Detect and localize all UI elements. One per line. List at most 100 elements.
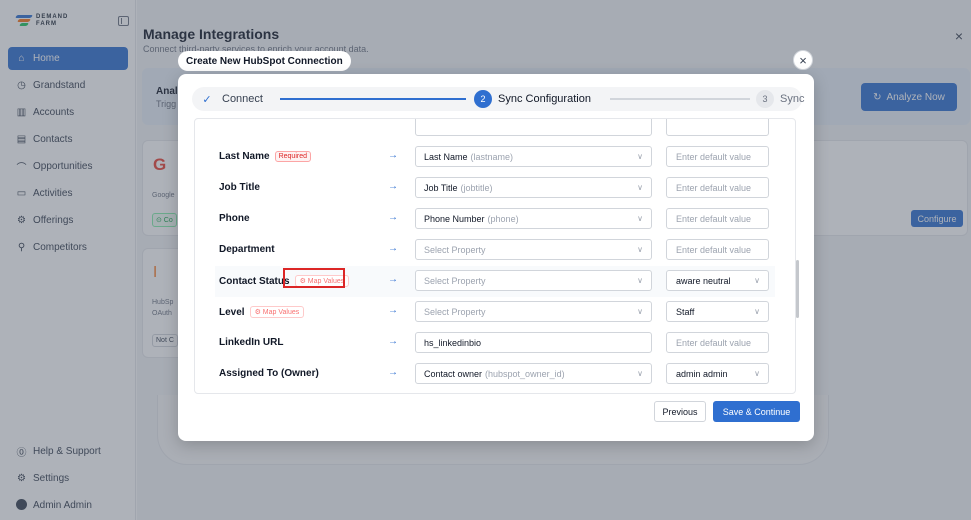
table-row [215, 119, 775, 142]
arrow-right-icon: → [388, 181, 398, 192]
property-value: Select Property [424, 275, 486, 286]
field-name: Job Title [219, 182, 260, 193]
property-value: Select Property [424, 306, 486, 317]
property-key: (phone) [487, 213, 519, 224]
required-badge: Required [274, 151, 311, 162]
default-value: Enter default value [676, 337, 752, 348]
previous-button[interactable]: Previous [654, 401, 706, 422]
default-value: Enter default value [676, 244, 752, 255]
arrow-right-icon: → [388, 150, 398, 161]
chevron-down-icon: ∨ [754, 369, 760, 378]
mapping-row: Level ⚙ Map Values → Select Property ∨ Staff ∨ [215, 297, 775, 328]
scrollbar[interactable] [796, 260, 799, 318]
default-value-input[interactable] [666, 119, 769, 136]
chevron-down-icon: ∨ [637, 183, 643, 192]
default-value-select[interactable]: Staff ∨ [666, 301, 769, 322]
hubspot-property-select[interactable]: Select Property ∨ [415, 270, 652, 291]
default-value: admin admin [676, 368, 728, 379]
step-label: Sync [780, 93, 805, 105]
mapping-row: LinkedIn URL → hs_linkedinbio Enter default… [215, 328, 775, 359]
hubspot-property-select[interactable]: hs_linkedinbio [415, 332, 652, 353]
mapping-row: Job Title → Job Title (jobtitle) ∨ Enter defa… [215, 173, 775, 204]
default-value-input[interactable]: Enter default value [666, 332, 769, 353]
default-value: aware neutral [676, 275, 731, 286]
mapping-row: Contact Status ⚙ Map Values → Select Proper… [215, 266, 775, 297]
arrow-right-icon: → [388, 367, 398, 378]
hubspot-connection-modal: ✓ Connect 2 Sync Configuration 3 Sync La… [178, 74, 814, 441]
default-value: Enter default value [676, 151, 752, 162]
field-label: Department [219, 244, 275, 255]
arrow-right-icon: → [388, 336, 398, 347]
modal-title: Create New HubSpot Connection [178, 51, 351, 71]
mapping-row: Last Name Required → Last Name (lastname) ∨ En… [215, 142, 775, 173]
field-name: Contact Status [219, 275, 290, 287]
stepper: ✓ Connect 2 Sync Configuration 3 Sync [192, 87, 804, 111]
map-values-button[interactable]: ⚙ Map Values [249, 306, 305, 318]
default-value: Enter default value [676, 213, 752, 224]
field-name: LinkedIn URL [219, 337, 284, 348]
arrow-right-icon: → [388, 274, 398, 285]
step-connect[interactable]: ✓ Connect [198, 87, 263, 111]
property-value: Phone Number [424, 213, 485, 224]
hubspot-property-select[interactable]: Phone Number (phone) ∨ [415, 208, 652, 229]
property-value: hs_linkedinbio [424, 337, 482, 348]
step-number: 3 [756, 90, 774, 108]
chevron-down-icon: ∨ [637, 276, 643, 285]
field-label: Last Name Required [219, 151, 311, 162]
save-continue-button[interactable]: Save & Continue [713, 401, 800, 422]
highlight-box [283, 268, 345, 288]
chevron-down-icon: ∨ [637, 214, 643, 223]
property-value: Contact owner [424, 368, 483, 379]
field-name: Department [219, 244, 275, 255]
chevron-down-icon: ∨ [637, 369, 643, 378]
hubspot-property-select[interactable]: Select Property ∨ [415, 301, 652, 322]
property-key: (lastname) [470, 151, 514, 162]
hubspot-property-select[interactable]: Select Property ∨ [415, 239, 652, 260]
field-label: Phone [219, 213, 250, 224]
default-value-input[interactable]: Enter default value [666, 208, 769, 229]
chevron-down-icon: ∨ [754, 307, 760, 316]
default-value-input[interactable]: Enter default value [666, 239, 769, 260]
field-label: Assigned To (Owner) [219, 368, 319, 379]
arrow-right-icon: → [388, 305, 398, 316]
step-number: 2 [474, 90, 492, 108]
field-label: Job Title [219, 182, 260, 193]
hubspot-property-select[interactable]: Last Name (lastname) ∨ [415, 146, 652, 167]
arrow-right-icon: → [388, 212, 398, 223]
field-mapping-panel[interactable]: Last Name Required → Last Name (lastname) ∨ En… [194, 118, 796, 394]
step-label: Sync Configuration [498, 93, 591, 105]
chevron-down-icon: ∨ [754, 276, 760, 285]
property-value: Job Title [424, 182, 458, 193]
chevron-down-icon: ∨ [637, 307, 643, 316]
default-value-select[interactable]: aware neutral ∨ [666, 270, 769, 291]
stepper-line-complete [280, 98, 466, 100]
step-label: Connect [222, 93, 263, 105]
arrow-right-icon: → [388, 243, 398, 254]
field-name: Phone [219, 213, 250, 224]
property-select[interactable] [415, 119, 652, 136]
default-value: Enter default value [676, 182, 752, 193]
hubspot-property-select[interactable]: Contact owner (hubspot_owner_id) ∨ [415, 363, 652, 384]
field-name: Assigned To (Owner) [219, 368, 319, 379]
property-value: Last Name [424, 151, 468, 162]
field-name: Last Name [219, 151, 270, 162]
default-value: Staff [676, 306, 695, 317]
field-label: Level ⚙ Map Values [219, 306, 305, 318]
chevron-down-icon: ∨ [637, 245, 643, 254]
field-label: LinkedIn URL [219, 337, 283, 348]
stepper-line-pending [610, 98, 750, 100]
property-key: (hubspot_owner_id) [485, 368, 565, 379]
mapping-row: Phone → Phone Number (phone) ∨ Enter default … [215, 204, 775, 235]
mapping-row: Assigned To (Owner) → Contact owner (hubspo… [215, 359, 775, 390]
step-sync-configuration[interactable]: 2 Sync Configuration [474, 87, 591, 111]
hubspot-property-select[interactable]: Job Title (jobtitle) ∨ [415, 177, 652, 198]
default-value-select[interactable]: admin admin ∨ [666, 363, 769, 384]
property-value: Select Property [424, 244, 486, 255]
property-key: (jobtitle) [460, 182, 493, 193]
default-value-input[interactable]: Enter default value [666, 146, 769, 167]
mapping-row: Department → Select Property ∨ Enter default… [215, 235, 775, 266]
modal-close-icon[interactable]: × [793, 50, 813, 70]
field-name: Level [219, 306, 245, 318]
step-sync[interactable]: 3 Sync [756, 87, 804, 111]
default-value-input[interactable]: Enter default value [666, 177, 769, 198]
